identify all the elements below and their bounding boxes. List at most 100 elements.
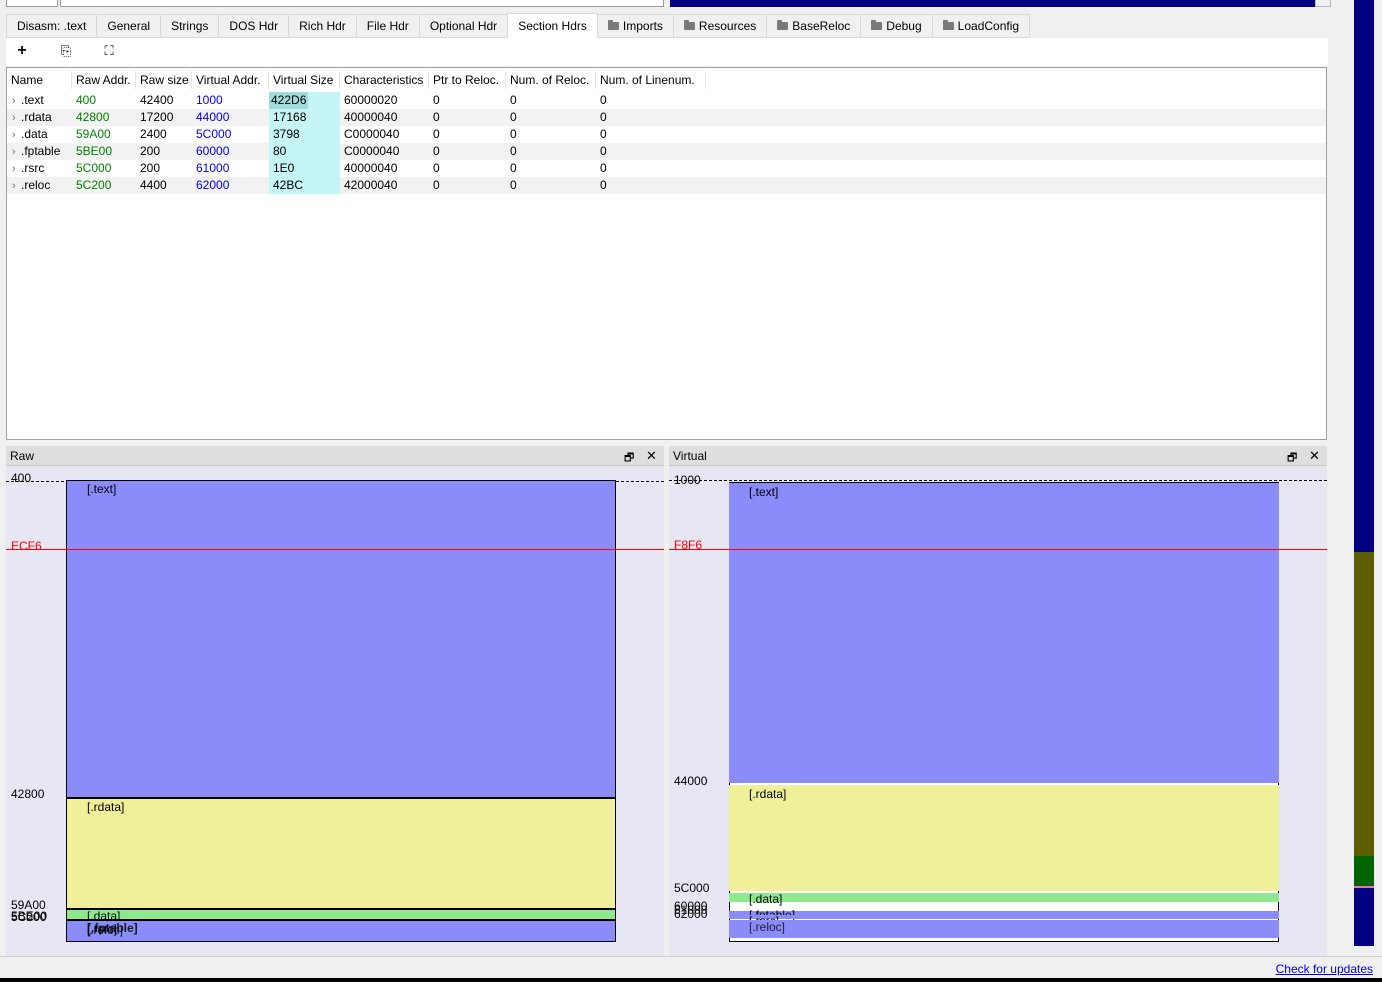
tab-resources[interactable]: Resources bbox=[672, 14, 768, 38]
tab-debug[interactable]: Debug bbox=[860, 14, 933, 38]
raw-section-data[interactable]: [.data] bbox=[66, 909, 616, 923]
section-label: [.rdata] bbox=[87, 800, 125, 814]
table-row[interactable]: › .rdata 42800 17200 44000 17168 40000040… bbox=[7, 109, 1326, 126]
cell-raw-size: 42400 bbox=[140, 93, 174, 107]
cell-ptr-to-reloc: 0 bbox=[433, 127, 440, 141]
cell-virtual-size[interactable]: 1E0 bbox=[269, 160, 340, 177]
column-header-raw-size[interactable]: Raw size bbox=[136, 71, 192, 89]
cell-characteristics: C0000040 bbox=[344, 144, 400, 158]
virtual-layout-pane[interactable]: Virtual 🗗 ✕ 1000 [.text] [.rdata] [.data… bbox=[669, 446, 1327, 956]
tab-disasm-text[interactable]: Disasm: .text bbox=[6, 14, 98, 38]
raw-layout-pane[interactable]: Raw 🗗 ✕ 400 [.text] [.rdata] [.data] [.f… bbox=[6, 446, 664, 956]
tab-general[interactable]: General bbox=[96, 14, 162, 38]
cell-ptr-to-reloc: 0 bbox=[433, 144, 440, 158]
virtual-section-rsrc[interactable]: [.rsrc] bbox=[729, 914, 1279, 928]
hex-scroll-button[interactable] bbox=[1315, 0, 1331, 7]
section-name: .rdata bbox=[21, 110, 52, 124]
tab-label: File Hdr bbox=[366, 19, 409, 33]
cell-virtual-size-value: 422D6 bbox=[269, 92, 309, 109]
cell-ptr-to-reloc: 0 bbox=[433, 110, 440, 124]
close-icon[interactable]: ✕ bbox=[646, 448, 657, 464]
raw-addr-label: 42800 bbox=[11, 787, 45, 801]
cell-virtual-size[interactable]: 422D6 bbox=[269, 92, 340, 109]
expand-chevron-icon[interactable]: › bbox=[7, 161, 21, 177]
virtual-section-data[interactable]: [.data] bbox=[729, 892, 1279, 906]
check-updates-link[interactable]: Check for updates bbox=[1276, 962, 1373, 976]
tab-strings[interactable]: Strings bbox=[160, 14, 220, 38]
close-icon[interactable]: ✕ bbox=[1309, 448, 1320, 464]
cell-name: › .rdata bbox=[7, 109, 72, 126]
column-header-name[interactable]: Name bbox=[7, 71, 72, 89]
section-label: [.text] bbox=[749, 485, 779, 499]
window-bottom-edge bbox=[0, 978, 1382, 982]
column-header-virtual-addr[interactable]: Virtual Addr. bbox=[192, 71, 269, 89]
section-name: .fptable bbox=[21, 144, 61, 158]
virtual-section-rdata[interactable]: [.rdata] bbox=[729, 785, 1279, 891]
float-window-icon[interactable]: 🗗 bbox=[1287, 449, 1297, 468]
cell-characteristics: 60000020 bbox=[344, 93, 398, 107]
tab-label: Rich Hdr bbox=[299, 19, 346, 33]
tab-imports[interactable]: Imports bbox=[596, 14, 674, 38]
raw-pane-title: Raw bbox=[10, 449, 35, 463]
tab-optional-hdr[interactable]: Optional Hdr bbox=[418, 14, 509, 38]
tab-label: Section Hdrs bbox=[518, 18, 587, 33]
overview-text-region bbox=[1354, 0, 1374, 552]
cell-virtual-size[interactable]: 17168 bbox=[269, 109, 340, 126]
table-row[interactable]: › .rsrc 5C000 200 61000 1E0 40000040 0 0 … bbox=[7, 160, 1326, 177]
float-window-icon[interactable]: 🗗 bbox=[624, 449, 634, 468]
virtual-addr-label: 1000 bbox=[674, 473, 701, 487]
table-row[interactable]: › .reloc 5C200 4400 62000 42BC 42000040 0… bbox=[7, 177, 1326, 194]
tab-dos-hdr[interactable]: DOS Hdr bbox=[218, 14, 290, 38]
cell-virtual-addr: 44000 bbox=[196, 110, 230, 124]
expand-chevron-icon[interactable]: › bbox=[7, 93, 21, 109]
table-row[interactable]: › .fptable 5BE00 200 60000 80 C0000040 0 … bbox=[7, 143, 1326, 160]
virtual-section-reloc[interactable]: [.reloc] bbox=[729, 920, 1279, 938]
cell-virtual-size[interactable]: 80 bbox=[269, 143, 340, 160]
tab-label: BaseReloc bbox=[792, 19, 851, 33]
table-row[interactable]: › .data 59A00 2400 5C000 3798 C0000040 0 … bbox=[7, 126, 1326, 143]
table-row[interactable]: › .text 400 42400 1000 422D6 60000020 0 0… bbox=[7, 92, 1326, 109]
expand-chevron-icon[interactable]: › bbox=[7, 110, 21, 126]
hex-view-strip bbox=[0, 0, 1336, 8]
column-header-characteristics[interactable]: Characteristics bbox=[340, 71, 429, 89]
cell-num-of-reloc: 0 bbox=[510, 127, 517, 141]
raw-section-rdata[interactable]: [.rdata] bbox=[66, 798, 616, 909]
column-header-ptr-to-reloc[interactable]: Ptr to Reloc. bbox=[429, 71, 506, 89]
cell-num-of-reloc: 0 bbox=[510, 178, 517, 192]
column-header-virtual-size[interactable]: Virtual Size bbox=[269, 71, 340, 89]
virtual-pane-titlebar: Virtual 🗗 ✕ bbox=[669, 446, 1327, 466]
cell-virtual-size[interactable]: 3798 bbox=[269, 126, 340, 143]
expand-chevron-icon[interactable]: › bbox=[7, 127, 21, 143]
tab-section-hdrs[interactable]: Section Hdrs bbox=[507, 13, 598, 38]
tab-label: Debug bbox=[886, 19, 922, 33]
tab-basereloc[interactable]: BaseReloc bbox=[766, 14, 862, 38]
cell-num-of-reloc: 0 bbox=[510, 144, 517, 158]
virtual-section-text[interactable]: [.text] bbox=[729, 483, 1279, 783]
cell-virtual-addr: 1000 bbox=[196, 93, 223, 107]
cell-ptr-to-reloc: 0 bbox=[433, 93, 440, 107]
cell-ptr-to-reloc: 0 bbox=[433, 178, 440, 192]
expand-chevron-icon[interactable]: › bbox=[7, 178, 21, 194]
folder-icon bbox=[777, 20, 789, 30]
tab-rich-hdr[interactable]: Rich Hdr bbox=[288, 14, 357, 38]
tab-label: Disasm: .text bbox=[17, 19, 87, 33]
virtual-addr-label: 44000 bbox=[674, 774, 708, 788]
raw-section-reloc[interactable]: [.fptable] [.rsrc] [.reloc] bbox=[66, 920, 616, 942]
file-overview-bar[interactable] bbox=[1336, 0, 1382, 960]
column-header-num-of-reloc[interactable]: Num. of Reloc. bbox=[506, 71, 596, 89]
tab-loadconfig[interactable]: LoadConfig bbox=[931, 14, 1031, 38]
folder-icon bbox=[607, 20, 619, 30]
cell-characteristics: C0000040 bbox=[344, 127, 400, 141]
raw-pane-titlebar: Raw 🗗 ✕ bbox=[6, 446, 664, 466]
copy-structure-icon[interactable]: ⎘ bbox=[55, 40, 77, 62]
plus-icon[interactable]: + bbox=[11, 40, 33, 62]
expand-icon[interactable]: ⛶ bbox=[98, 40, 120, 62]
tab-file-hdr[interactable]: File Hdr bbox=[355, 14, 420, 38]
cell-virtual-size[interactable]: 42BC bbox=[269, 177, 340, 194]
cursor-addr-label: F8F6 bbox=[674, 538, 703, 552]
column-header-raw-addr[interactable]: Raw Addr. bbox=[72, 71, 136, 89]
cell-ptr-to-reloc: 0 bbox=[433, 161, 440, 175]
column-header-num-of-linenum[interactable]: Num. of Linenum. bbox=[596, 71, 706, 89]
expand-chevron-icon[interactable]: › bbox=[7, 144, 21, 160]
raw-section-text[interactable]: [.text] bbox=[66, 480, 616, 798]
